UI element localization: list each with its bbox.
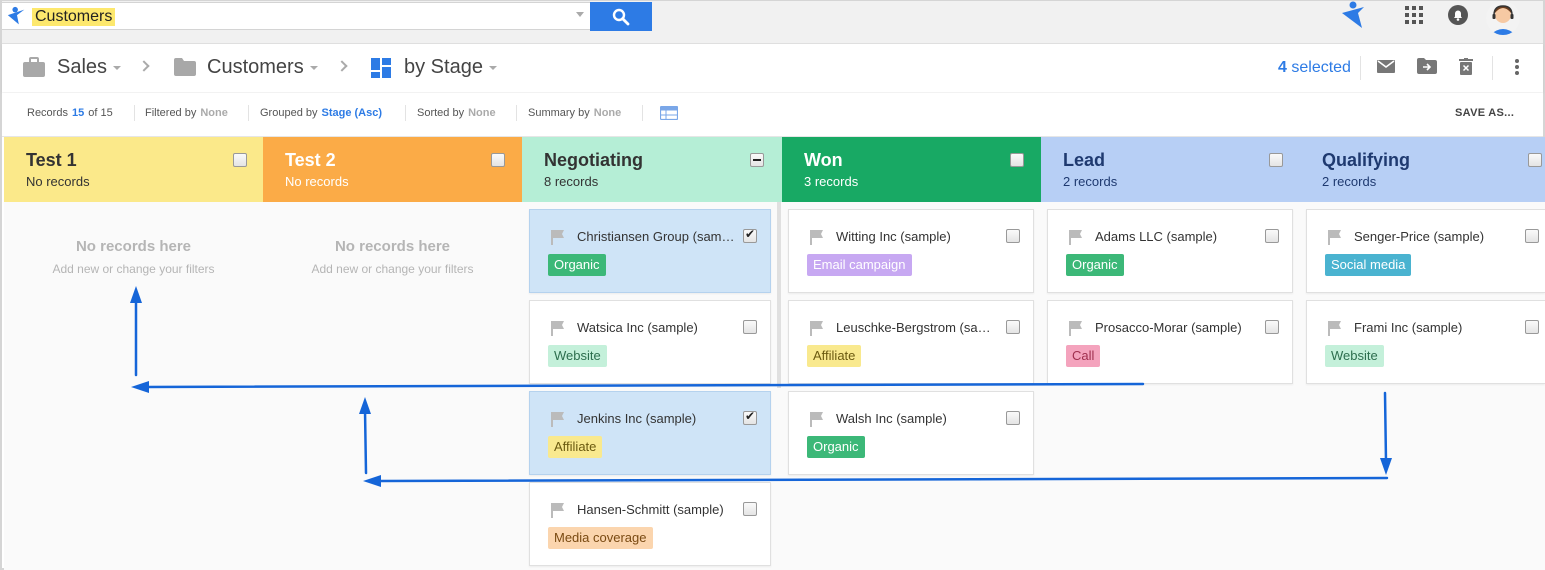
annotation-arrows (130, 286, 1392, 487)
arrow-up-test-2 (363, 408, 368, 475)
arrow-lead-to-test-1 (143, 382, 1145, 389)
arrow-qualifying-to-test-2 (376, 476, 1389, 483)
arrow-qualifying-down (1383, 391, 1388, 464)
arrowhead-up-icon (130, 286, 142, 303)
arrowhead-down-icon (1380, 458, 1392, 475)
arrowhead-left-icon (131, 381, 149, 393)
arrowhead-left-icon (363, 475, 381, 487)
arrowhead-up-icon (359, 397, 371, 414)
